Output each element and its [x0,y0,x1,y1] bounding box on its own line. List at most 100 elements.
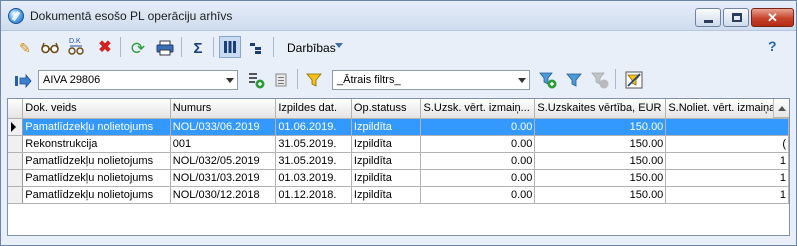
cell-number[interactable]: 001 [170,135,277,153]
table-row[interactable]: Pamatlīdzekļu nolietojums NOL/030/12.201… [8,186,789,204]
cell-op-status[interactable]: Izpildīta [351,186,422,204]
cell-op-status[interactable]: Izpildīta [351,118,422,136]
add-filter-icon[interactable] [537,69,559,91]
title-bar: Dokumentā esošo PL operāciju arhīvs ✕ [1,1,796,31]
toolbar-separator [213,37,214,57]
close-button[interactable]: ✕ [751,8,794,27]
quick-filter-value: _Ātrais filtrs_ [337,74,401,86]
toolbar-separator [181,37,182,57]
cell-depreciation-change[interactable]: 1 [665,169,789,187]
toolbar-separator [297,69,298,89]
cell-exec-date[interactable]: 31.05.2019. [275,135,352,153]
cell-number[interactable]: NOL/031/03.2019 [170,169,277,187]
toolbar-separator [120,37,121,57]
delete-icon[interactable]: ✖ [94,37,116,59]
edit-filter-icon[interactable] [563,69,585,91]
column-header-number[interactable]: Numurs [170,99,277,119]
window-title: Dokumentā esošo PL operāciju arhīvs [30,9,233,23]
minimize-icon [704,20,713,23]
refresh-icon[interactable]: ⟳ [127,37,149,59]
sigma-icon[interactable]: Σ [187,37,209,59]
table-header-row: Dok. veids Numurs Izpildes dat. Op.statu… [8,99,789,119]
filter-icon[interactable] [303,69,325,91]
maximize-icon [732,13,742,22]
maximize-button[interactable] [723,8,749,27]
table-row[interactable]: Pamatlīdzekļu nolietojums NOL/033/06.201… [8,118,789,136]
pencil-icon[interactable]: ✎ [14,37,36,59]
help-icon[interactable]: ? [768,38,777,54]
cell-exec-date[interactable]: 01.12.2018. [275,186,352,204]
cell-book-value[interactable]: 150.00 [534,118,667,136]
glasses-icon[interactable] [39,37,61,59]
app-window: Dokumentā esošo PL operāciju arhīvs ✕ ✎ … [0,0,797,246]
scroll-up-button[interactable] [773,99,789,118]
cell-value-change[interactable]: 0.00 [420,135,536,153]
table-row[interactable]: Pamatlīdzekļu nolietojums NOL/032/05.201… [8,152,789,170]
actions-menu[interactable]: Darbības [287,41,336,55]
cell-number[interactable]: NOL/032/05.2019 [170,152,277,170]
table-row[interactable]: Pamatlīdzekļu nolietojums NOL/031/03.201… [8,169,789,187]
cell-doc-type[interactable]: Pamatlīdzekļu nolietojums [22,186,171,204]
column-header-exec-date[interactable]: Izpildes dat. [275,99,352,119]
column-header-depreciation-change[interactable]: S.Noliet. vērt. izmaiņa [665,99,789,119]
list-icon[interactable] [270,69,292,91]
cell-op-status[interactable]: Izpildīta [351,169,422,187]
quick-filter-select[interactable]: _Ātrais filtrs_ [332,70,530,90]
row-indicator [8,169,24,187]
cell-op-status[interactable]: Izpildīta [351,152,422,170]
remove-filter-icon[interactable] [589,69,611,91]
cell-value-change[interactable]: 0.00 [420,186,536,204]
cell-number[interactable]: NOL/033/06.2019 [170,118,277,136]
cell-exec-date[interactable]: 01.03.2019. [275,169,352,187]
toolbar-separator [615,69,616,89]
row-indicator [8,186,24,204]
row-indicator [8,135,24,153]
cell-book-value[interactable]: 150.00 [534,135,667,153]
minimize-button[interactable] [695,8,721,27]
chevron-down-icon [226,78,234,83]
cell-book-value[interactable]: 150.00 [534,152,667,170]
close-icon: ✕ [767,10,778,25]
toolbar-separator [273,37,274,57]
cell-depreciation-change[interactable]: ( [665,135,789,153]
cell-doc-type[interactable]: Rekonstrukcija [22,135,171,153]
cell-doc-type[interactable]: Pamatlīdzekļu nolietojums [22,118,171,136]
print-icon[interactable] [154,37,176,59]
row-indicator [8,152,24,170]
cell-value-change[interactable]: 0.00 [420,169,536,187]
svg-text:D.K: D.K [69,38,81,45]
cell-op-status[interactable]: Izpildīta [351,135,422,153]
cell-book-value[interactable]: 150.00 [534,186,667,204]
cell-doc-type[interactable]: Pamatlīdzekļu nolietojums [22,169,171,187]
columns-icon[interactable] [219,36,241,58]
asset-select-value: AIVA 29806 [43,74,101,86]
column-header-doc-type[interactable]: Dok. veids [22,99,171,119]
cell-doc-type[interactable]: Pamatlīdzekļu nolietojums [22,152,171,170]
column-header-book-value[interactable]: S.Uzskaites vērtība, EUR [534,99,667,119]
tree-icon[interactable] [245,37,267,59]
chevron-down-icon [335,43,343,48]
row-indicator-header [8,99,24,119]
app-globe-icon [8,8,24,24]
cell-depreciation-change[interactable] [665,118,789,136]
goto-arrow-icon[interactable] [12,70,34,92]
cell-value-change[interactable]: 0.00 [420,118,536,136]
cell-book-value[interactable]: 150.00 [534,169,667,187]
asset-select[interactable]: AIVA 29806 [38,70,238,90]
cell-exec-date[interactable]: 31.05.2019. [275,152,352,170]
add-list-icon[interactable] [245,69,267,91]
column-header-op-status[interactable]: Op.statuss [351,99,422,119]
cell-depreciation-change[interactable]: 1 [665,152,789,170]
dk-icon[interactable]: D.K [65,35,87,57]
filter-settings-icon[interactable] [623,69,645,91]
cell-exec-date[interactable]: 01.06.2019. [275,118,352,136]
row-selected-arrow-icon [11,121,16,132]
column-header-value-change[interactable]: S.Uzsk. vērt. izmaiņ... [420,99,536,119]
cell-number[interactable]: NOL/030/12.2018 [170,186,277,204]
operations-grid[interactable]: Dok. veids Numurs Izpildes dat. Op.statu… [7,98,790,236]
cell-value-change[interactable]: 0.00 [420,152,536,170]
table-row[interactable]: Rekonstrukcija 001 31.05.2019. Izpildīta… [8,135,789,153]
row-indicator [8,118,24,136]
cell-depreciation-change[interactable]: 1 [665,186,789,204]
operations-table: Dok. veids Numurs Izpildes dat. Op.statu… [8,99,789,204]
